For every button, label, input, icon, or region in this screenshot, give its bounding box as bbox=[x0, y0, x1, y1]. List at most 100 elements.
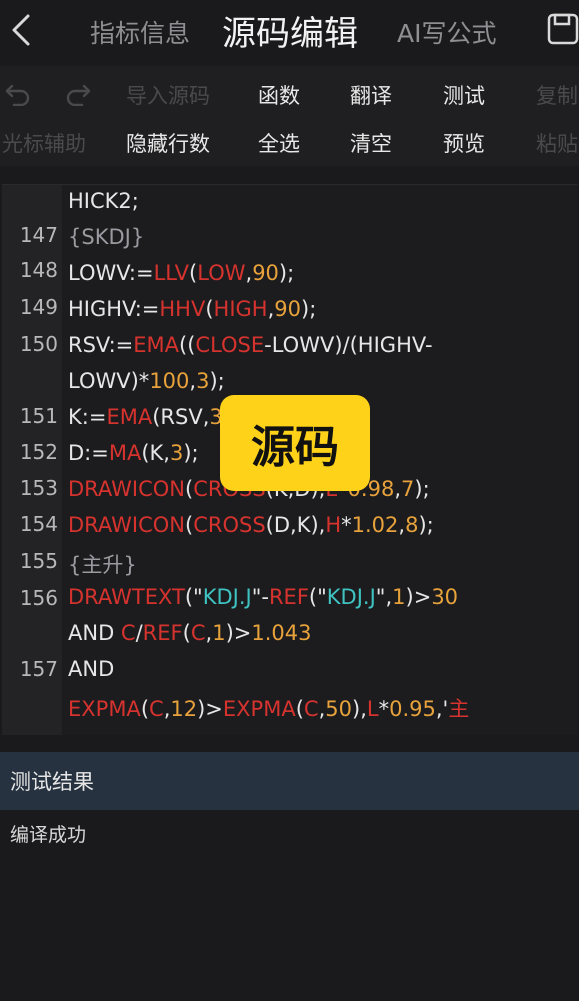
code-token: HIGH bbox=[213, 297, 268, 321]
code-token: ); bbox=[301, 297, 317, 321]
code-line: RSV:=EMA((CLOSE-LOWV)/(HIGHV- bbox=[68, 333, 433, 357]
code-token: , bbox=[394, 477, 401, 501]
code-line: HICK2; bbox=[68, 189, 139, 213]
line-number: 155 bbox=[19, 549, 58, 573]
line-number: 153 bbox=[19, 476, 58, 500]
code-token: 3 bbox=[196, 369, 210, 393]
line-number-gutter: 147 148 149 150 151 152 153 154 155 156 … bbox=[2, 185, 62, 735]
code-token: REF bbox=[268, 585, 309, 609]
code-token: 50 bbox=[325, 697, 353, 721]
code-token: (" bbox=[184, 585, 203, 609]
save-icon bbox=[547, 13, 579, 45]
test-result-header: 测试结果 bbox=[0, 752, 579, 810]
code-token: K:= bbox=[68, 405, 107, 429]
code-token: 30 bbox=[431, 585, 459, 609]
code-token: L bbox=[366, 697, 379, 721]
select-all-button[interactable]: 全选 bbox=[258, 128, 300, 158]
code-token: ( bbox=[185, 477, 194, 501]
code-token: DRAWICON bbox=[68, 513, 185, 537]
code-token: )> bbox=[225, 621, 252, 645]
hide-line-numbers-button[interactable]: 隐藏行数 bbox=[126, 128, 210, 158]
translate-button[interactable]: 翻译 bbox=[350, 80, 392, 110]
code-token: 1 bbox=[392, 585, 406, 609]
code-token: 0.95 bbox=[389, 697, 436, 721]
code-token: * bbox=[341, 513, 352, 537]
tab-indicator-info[interactable]: 指标信息 bbox=[90, 14, 190, 50]
tab-ai-formula[interactable]: AI写公式 bbox=[397, 14, 496, 50]
code-line: D:=MA(K,3); bbox=[68, 441, 199, 465]
compile-status: 编译成功 bbox=[10, 824, 87, 846]
code-token: (( bbox=[179, 333, 196, 357]
code-token: HIGHV:= bbox=[68, 297, 160, 321]
code-line: {SKDJ} bbox=[68, 225, 144, 249]
code-token: H bbox=[325, 513, 342, 537]
code-token: AND bbox=[68, 621, 121, 645]
code-token: CROSS bbox=[193, 513, 266, 537]
redo-icon[interactable] bbox=[64, 80, 92, 106]
code-token: -LOWV)/(HIGHV- bbox=[264, 333, 433, 357]
line-number: 152 bbox=[19, 440, 58, 464]
badge-label: 源码 bbox=[251, 422, 339, 473]
back-button[interactable] bbox=[6, 10, 36, 50]
line-number: 150 bbox=[19, 332, 58, 356]
code-token: 12 bbox=[170, 697, 198, 721]
editor-toolbar: 导入源码 函数 翻译 测试 复制 光标辅助 隐藏行数 全选 清空 预览 粘贴 bbox=[0, 66, 579, 166]
code-token: (D,K), bbox=[265, 513, 326, 537]
code-line: EXPMA(C,12)>EXPMA(C,50),L*0.95,'主 bbox=[68, 693, 469, 723]
functions-button[interactable]: 函数 bbox=[258, 80, 300, 110]
code-token: {SKDJ} bbox=[68, 225, 145, 249]
code-token: )> bbox=[405, 585, 432, 609]
clear-button[interactable]: 清空 bbox=[350, 128, 392, 158]
import-source-button[interactable]: 导入源码 bbox=[126, 80, 210, 110]
code-token: D:= bbox=[68, 441, 109, 465]
line-number: 149 bbox=[19, 295, 58, 319]
code-line: LOWV:=LLV(LOW,90); bbox=[68, 261, 294, 285]
test-button[interactable]: 测试 bbox=[443, 80, 485, 110]
code-token: HICK2; bbox=[68, 189, 139, 213]
code-token: ( bbox=[140, 697, 150, 721]
code-token: 主 bbox=[448, 697, 470, 721]
code-token: ", bbox=[375, 585, 393, 609]
code-token: C bbox=[120, 621, 136, 645]
code-token: KDJ.J bbox=[202, 585, 252, 609]
cursor-assist-button[interactable]: 光标辅助 bbox=[2, 128, 86, 158]
code-token: 1 bbox=[212, 621, 226, 645]
code-line: {主升} bbox=[68, 549, 137, 579]
preview-button[interactable]: 预览 bbox=[443, 128, 485, 158]
code-token: EMA bbox=[106, 405, 153, 429]
code-line: DRAWICON(CROSS(D,K),H*1.02,8); bbox=[68, 513, 434, 537]
code-token: MA bbox=[108, 441, 142, 465]
code-token: 3 bbox=[169, 441, 184, 465]
code-token: 8 bbox=[405, 513, 419, 537]
line-number: 156 bbox=[19, 586, 58, 610]
code-token: (RSV, bbox=[152, 405, 210, 429]
code-token: LOWV:= bbox=[68, 261, 154, 285]
paste-button[interactable]: 粘贴 bbox=[536, 128, 578, 158]
code-token: EXPMA bbox=[68, 697, 141, 721]
code-token: RSV:= bbox=[68, 333, 134, 357]
code-token: ( bbox=[185, 513, 194, 537]
chevron-left-icon bbox=[12, 14, 30, 46]
code-token: ,' bbox=[435, 697, 449, 721]
tab-source-edit[interactable]: 源码编辑 bbox=[222, 6, 358, 55]
top-bar: 指标信息 源码编辑 AI写公式 bbox=[0, 0, 579, 66]
code-token: ( bbox=[182, 621, 191, 645]
code-token: REF bbox=[142, 621, 183, 645]
line-number: 147 bbox=[19, 223, 58, 247]
copy-button[interactable]: 复制 bbox=[536, 80, 578, 110]
source-code-badge: 源码 bbox=[220, 395, 370, 491]
code-token: EXPMA bbox=[222, 697, 296, 721]
code-token: C bbox=[149, 697, 164, 721]
save-button[interactable] bbox=[546, 12, 579, 46]
undo-icon[interactable] bbox=[4, 80, 32, 106]
code-line: K:=EMA(RSV,3 bbox=[68, 405, 223, 429]
code-token: ), bbox=[352, 697, 367, 721]
code-token: ( bbox=[295, 697, 304, 721]
code-token: ); bbox=[183, 441, 199, 465]
code-token: (K, bbox=[141, 441, 170, 465]
code-token: LOW bbox=[197, 261, 246, 285]
code-token: )> bbox=[197, 697, 223, 721]
code-token: ); bbox=[418, 513, 434, 537]
code-line: LOWV)*100,3); bbox=[68, 369, 225, 393]
code-token: C bbox=[190, 621, 206, 645]
